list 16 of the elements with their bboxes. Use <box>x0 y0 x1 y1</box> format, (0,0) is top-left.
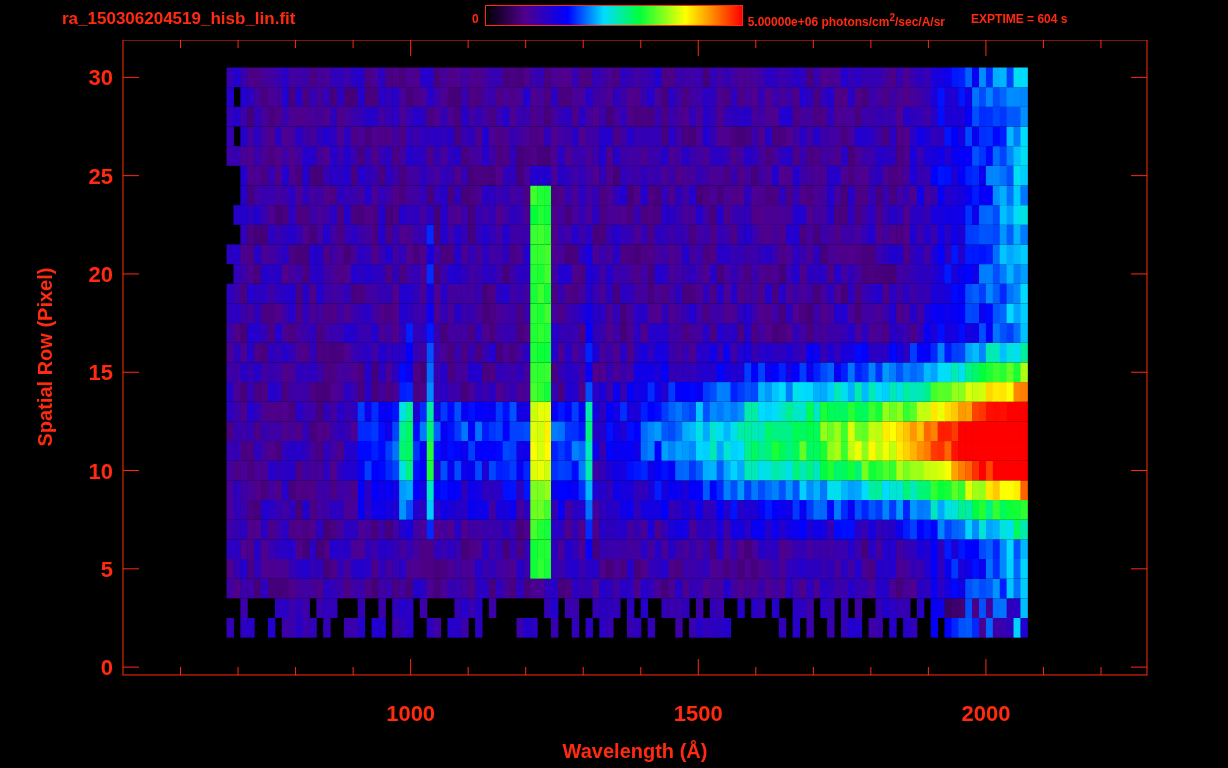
colorbar-min-label: 0 <box>472 12 479 26</box>
y-tick-label: 10 <box>88 458 113 484</box>
x-axis-label: Wavelength (Å) <box>562 740 708 762</box>
y-tick-label: 5 <box>100 556 113 582</box>
x-tick-label: 1000 <box>386 701 436 726</box>
x-tick-label: 2000 <box>961 701 1011 726</box>
x-tick-label: 1500 <box>673 701 723 726</box>
y-tick-label: 25 <box>88 163 113 189</box>
colorbar-max-label: 5.00000e+06 photons/cm$^{2}$/sec/A/sr <box>747 12 946 29</box>
y-tick-label: 20 <box>88 261 113 287</box>
y-tick-label: 0 <box>100 655 113 681</box>
y-tick-label: 15 <box>88 360 113 386</box>
exposure-time: EXPTIME = 604 s <box>971 12 1068 26</box>
y-tick-label: 30 <box>88 65 113 91</box>
y-axis-label: Spatial Row (Pixel) <box>34 267 56 447</box>
file-name: ra_150306204519_hisb_lin.fit <box>62 9 297 29</box>
